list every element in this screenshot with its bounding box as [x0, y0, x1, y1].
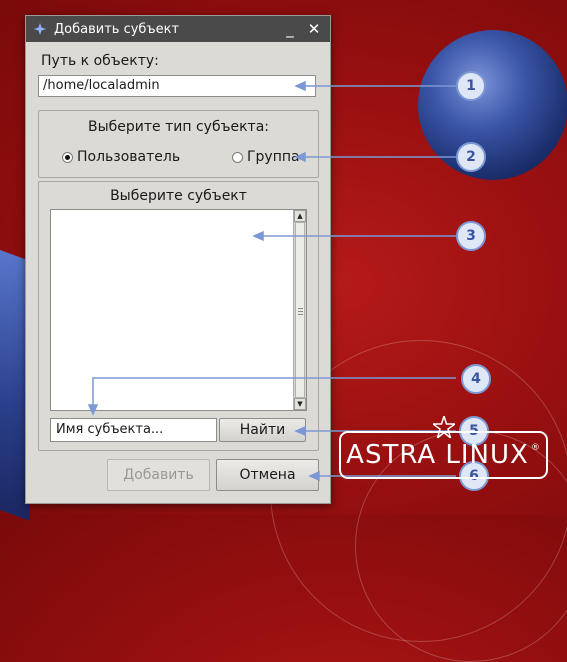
- callout-2: 2: [456, 142, 486, 172]
- callout-4: 4: [461, 364, 491, 394]
- logo-text: ASTRA LINUX: [346, 440, 529, 470]
- astra-linux-logo: ASTRA LINUX ®: [339, 431, 548, 479]
- callout-1: 1: [456, 71, 486, 101]
- logo-reg-mark: ®: [530, 443, 541, 453]
- callout-3: 3: [456, 221, 486, 251]
